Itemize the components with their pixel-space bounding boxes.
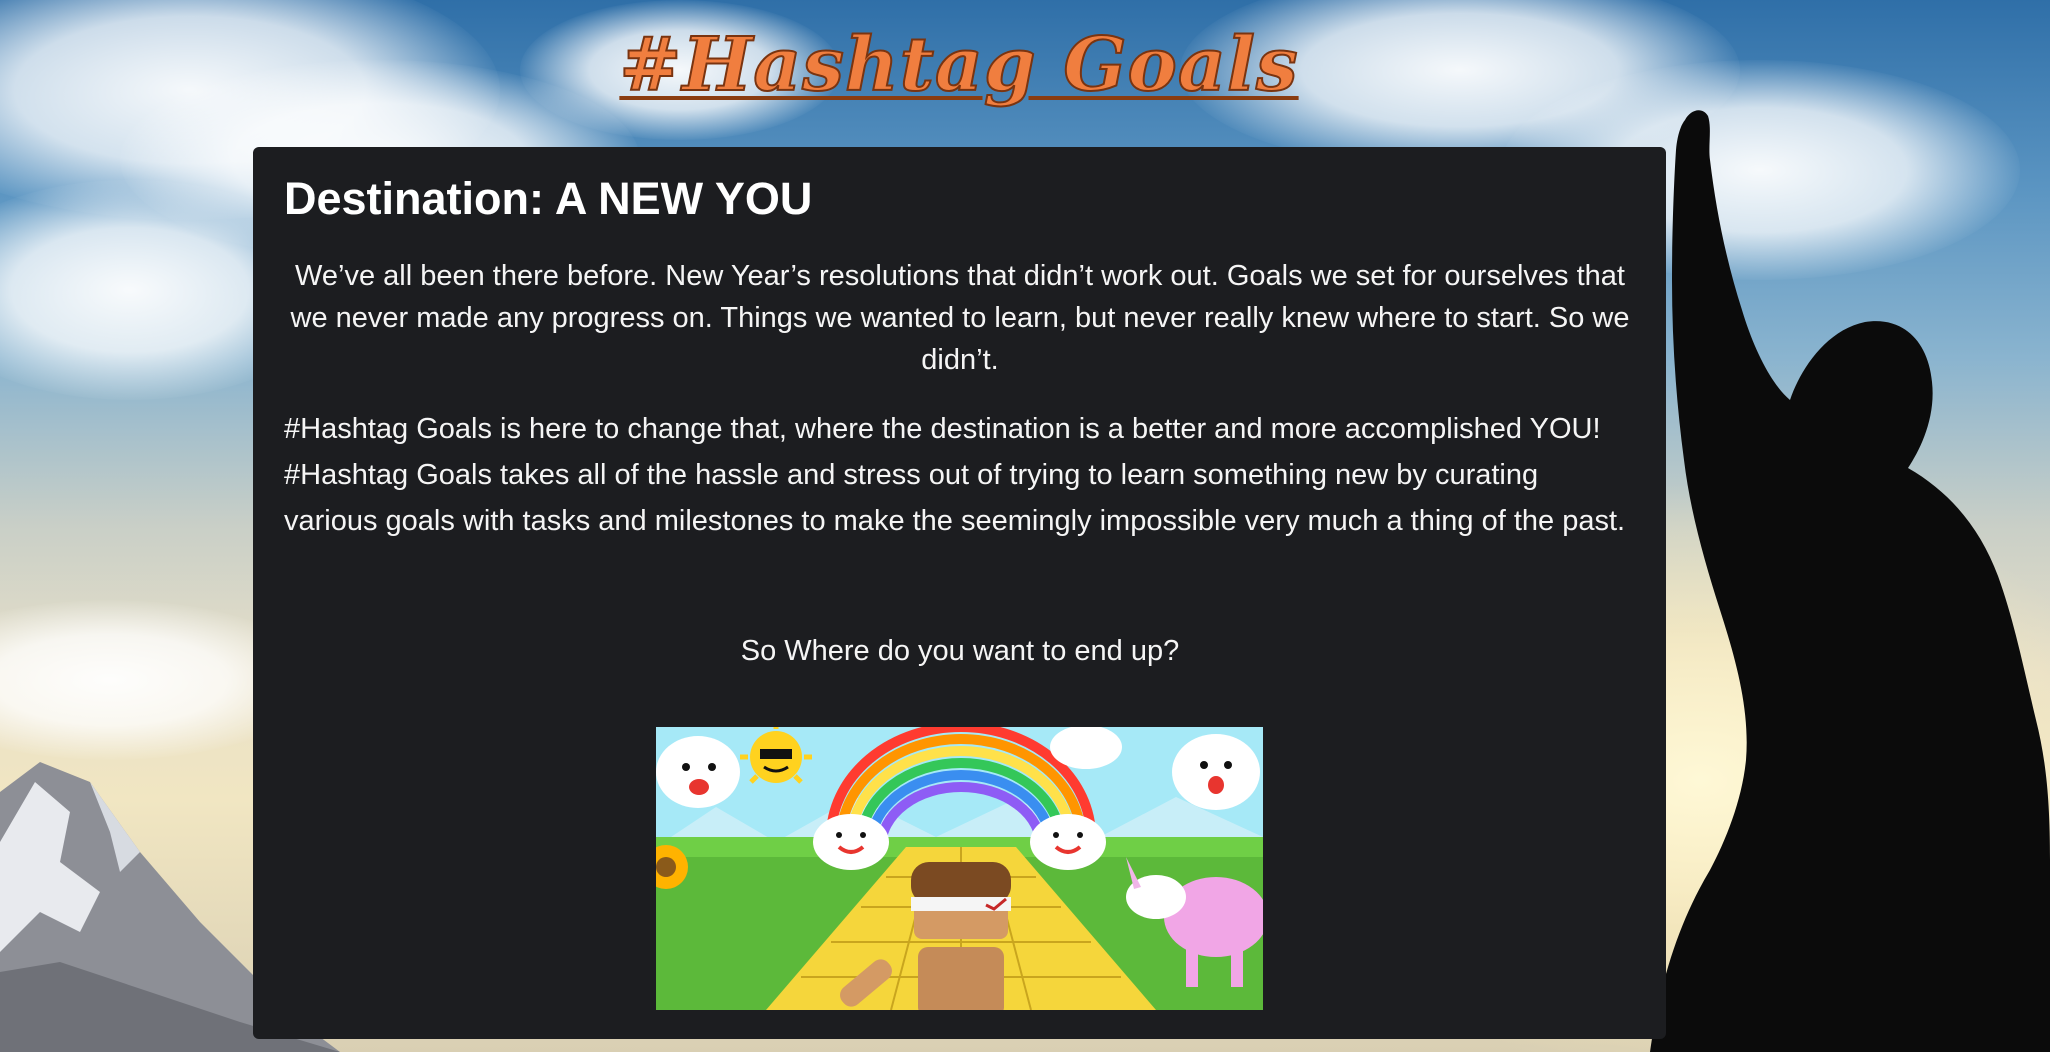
intro-paragraph: We’ve all been there before. New Year’s … bbox=[290, 260, 1630, 376]
pixel-art-runner-rainbow-road-icon bbox=[656, 727, 1263, 1010]
description-paragraph: #Hashtag Goals is here to change that, w… bbox=[284, 413, 1626, 537]
landing-page: #Hashtag Goals Destination: A NEW YOU We… bbox=[0, 0, 2050, 1052]
card-heading: Destination: A NEW YOU bbox=[284, 173, 813, 224]
content-card: Destination: A NEW YOU We’ve all been th… bbox=[253, 147, 1666, 1039]
site-title[interactable]: #Hashtag Goals bbox=[0, 10, 1918, 120]
person-silhouette-icon bbox=[1650, 110, 2050, 1052]
destination-question: So Where do you want to end up? bbox=[740, 635, 1180, 667]
